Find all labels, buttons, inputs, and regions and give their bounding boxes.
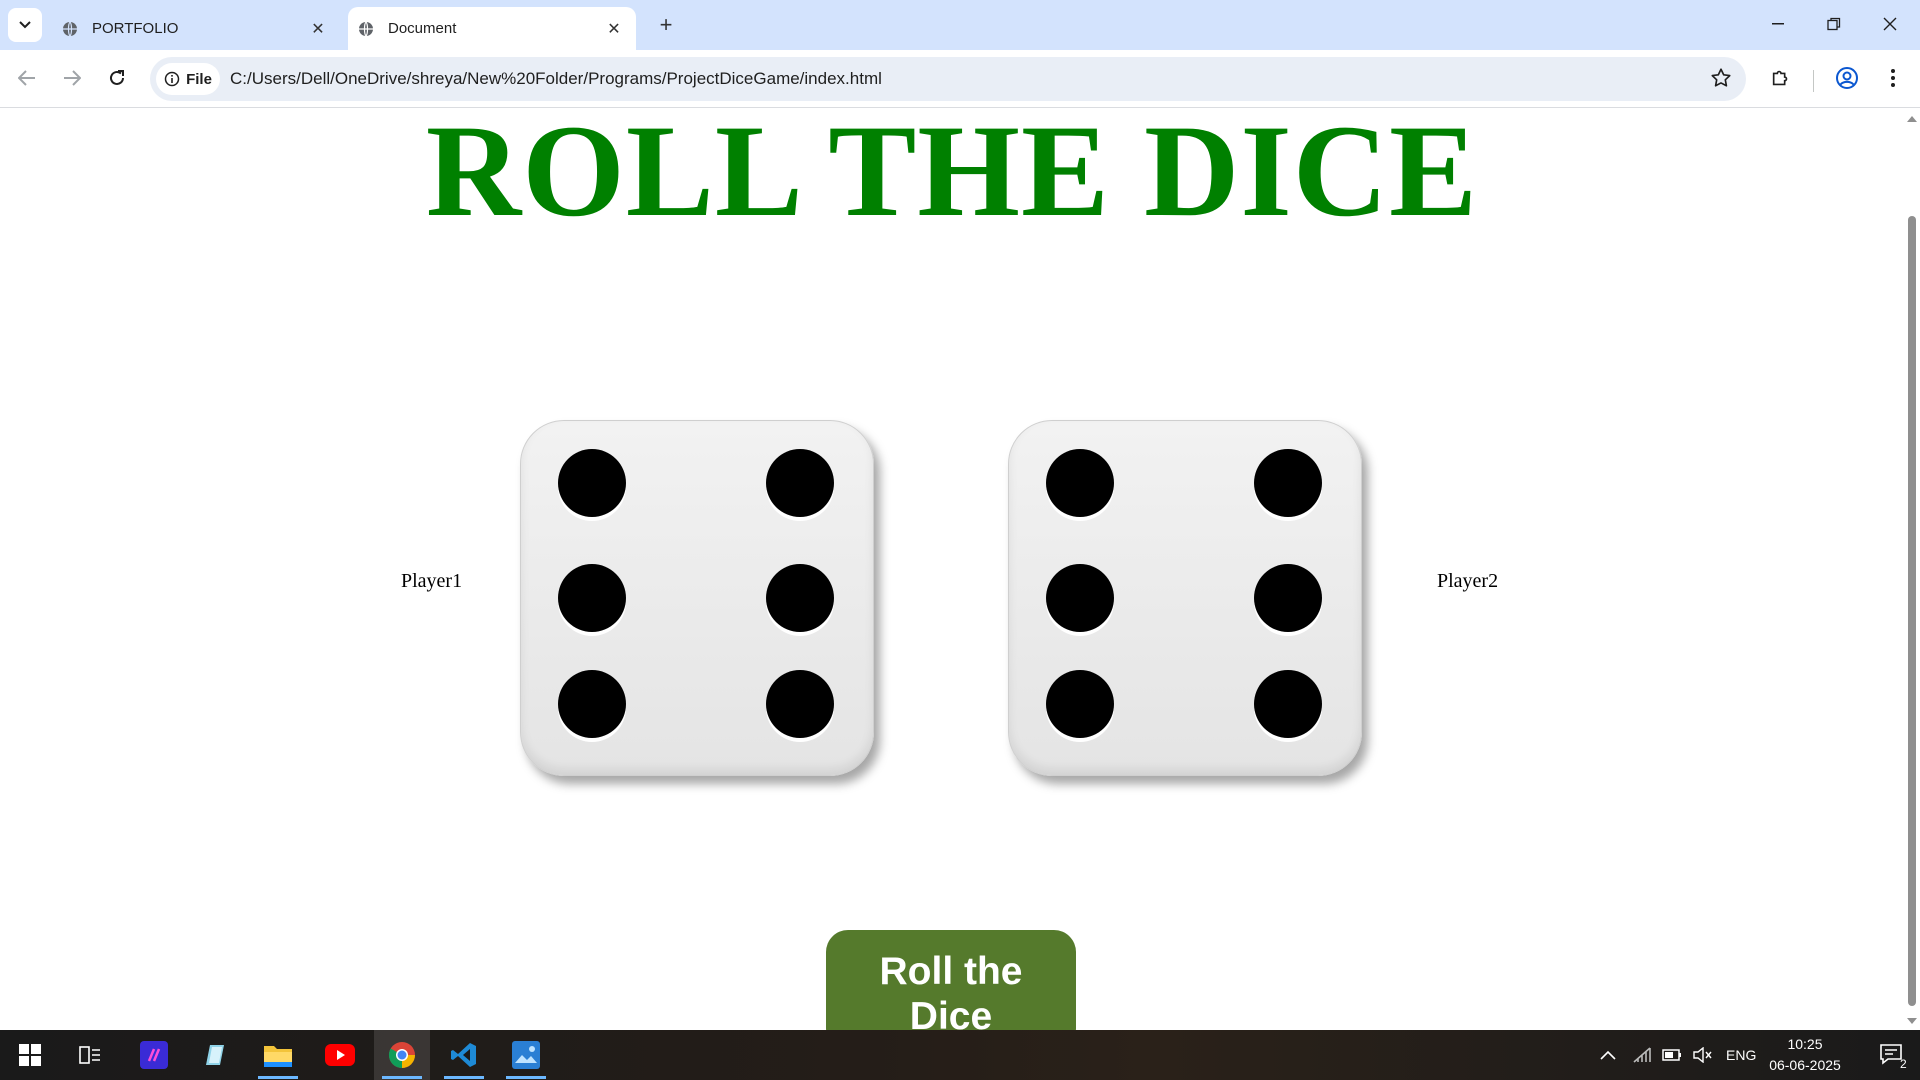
start-button[interactable] — [2, 1030, 58, 1080]
die-pip — [1254, 670, 1322, 738]
globe-icon — [63, 21, 77, 36]
clock-time: 10:25 — [1787, 1036, 1823, 1052]
tab-search-button[interactable] — [8, 8, 42, 42]
tab-bar: PORTFOLIO ✕ Document ✕ + — [0, 0, 1920, 50]
tab-title: Document — [388, 20, 457, 37]
player1-die — [520, 420, 874, 776]
volume-muted-icon[interactable] — [1692, 1047, 1712, 1063]
notification-count: 2 — [1900, 1057, 1907, 1071]
address-bar[interactable]: File C:/Users/Dell/OneDrive/shreya/New%2… — [150, 57, 1746, 101]
minimize-button[interactable] — [1758, 6, 1798, 42]
player2-label: Player2 — [1437, 570, 1499, 592]
taskbar-youtube[interactable] — [312, 1030, 368, 1080]
die-pip — [766, 564, 834, 632]
tab-portfolio[interactable]: PORTFOLIO ✕ — [50, 7, 340, 50]
taskbar-notes[interactable] — [188, 1030, 244, 1080]
profile-button[interactable] — [1832, 63, 1862, 93]
close-icon[interactable]: ✕ — [306, 19, 330, 39]
site-chip-label: File — [186, 70, 212, 88]
restore-icon — [1827, 17, 1841, 31]
browser-toolbar: File C:/Users/Dell/OneDrive/shreya/New%2… — [0, 50, 1920, 108]
vscode-icon — [451, 1043, 476, 1067]
scroll-down-arrow[interactable] — [1907, 1018, 1917, 1024]
file-explorer-icon — [264, 1046, 292, 1067]
youtube-icon — [325, 1044, 355, 1066]
account-icon — [1836, 67, 1858, 89]
page-scrollbar[interactable] — [1904, 108, 1920, 1030]
die-pip — [558, 564, 626, 632]
new-tab-button[interactable]: + — [652, 11, 680, 39]
die-pip — [558, 449, 626, 517]
globe-icon — [359, 21, 373, 36]
bookmark-button[interactable] — [1710, 67, 1732, 94]
die-pip — [766, 670, 834, 738]
die-pip — [1046, 670, 1114, 738]
taskbar-chrome[interactable] — [374, 1030, 430, 1080]
notes-icon — [206, 1045, 224, 1065]
task-view-button[interactable] — [62, 1030, 118, 1080]
close-icon[interactable]: ✕ — [602, 19, 626, 39]
task-view-icon — [79, 1046, 100, 1064]
page-title: ROLL THE DICE — [425, 108, 1479, 244]
restore-button[interactable] — [1814, 6, 1854, 42]
taskbar-clock[interactable]: 10:25 06-06-2025 — [1760, 1034, 1850, 1076]
running-indicator — [258, 1076, 298, 1079]
scroll-thumb[interactable] — [1908, 216, 1916, 1006]
system-tray: ENG — [1600, 1030, 1756, 1080]
extensions-button[interactable] — [1766, 63, 1796, 93]
close-window-button[interactable] — [1870, 6, 1910, 42]
running-indicator — [444, 1076, 484, 1079]
chrome-icon — [388, 1042, 415, 1069]
roll-button-line2: Dice — [909, 995, 993, 1030]
chevron-up-icon[interactable] — [1600, 1050, 1616, 1060]
photos-icon — [512, 1041, 540, 1069]
reload-icon — [110, 70, 124, 85]
taskbar-photos[interactable] — [498, 1030, 554, 1080]
notification-center-button[interactable]: 2 — [1864, 1030, 1920, 1080]
die-pip — [1046, 564, 1114, 632]
running-indicator — [506, 1076, 546, 1079]
tab-title: PORTFOLIO — [92, 20, 179, 37]
clock-date: 06-06-2025 — [1769, 1057, 1841, 1073]
player2-die — [1008, 420, 1362, 776]
die-pip — [558, 670, 626, 738]
app-icon — [140, 1041, 168, 1069]
taskbar-vscode[interactable] — [436, 1030, 492, 1080]
browser-menu-button[interactable] — [1878, 63, 1908, 93]
die-pip — [766, 449, 834, 517]
close-icon — [1883, 17, 1897, 31]
windows-start-icon — [19, 1044, 41, 1066]
puzzle-icon — [1772, 70, 1788, 86]
die-pip — [1046, 449, 1114, 517]
taskbar-file-explorer[interactable] — [250, 1030, 306, 1080]
player1-label: Player1 — [401, 570, 463, 592]
info-icon — [164, 71, 180, 87]
arrow-left-icon — [18, 70, 35, 86]
site-info-chip[interactable]: File — [156, 63, 220, 95]
running-indicator — [382, 1076, 422, 1079]
scroll-up-arrow[interactable] — [1907, 116, 1917, 122]
back-button[interactable] — [11, 62, 43, 94]
wifi-icon[interactable] — [1632, 1046, 1652, 1064]
page-viewport: ROLL THE DICE Player1 Player2 Roll the D… — [0, 108, 1904, 1030]
toolbar-divider — [1813, 70, 1814, 92]
url-text[interactable]: C:/Users/Dell/OneDrive/shreya/New%20Fold… — [230, 69, 882, 89]
roll-button-line1: Roll the — [879, 950, 1023, 993]
language-indicator[interactable]: ENG — [1726, 1047, 1756, 1063]
die-pip — [1254, 564, 1322, 632]
roll-dice-button[interactable]: Roll the Dice — [826, 930, 1076, 1030]
minimize-icon — [1772, 23, 1784, 25]
reload-button[interactable] — [101, 62, 133, 94]
die-pip — [1254, 449, 1322, 517]
tab-document[interactable]: Document ✕ — [348, 7, 636, 50]
star-icon — [1711, 68, 1731, 87]
chevron-down-icon — [19, 21, 31, 29]
forward-button[interactable] — [56, 62, 88, 94]
battery-icon[interactable] — [1662, 1048, 1682, 1062]
windows-taskbar: ENG 10:25 06-06-2025 2 — [0, 1030, 1920, 1080]
kebab-menu-icon — [1891, 69, 1895, 87]
arrow-right-icon — [64, 70, 81, 86]
taskbar-app[interactable] — [126, 1030, 182, 1080]
